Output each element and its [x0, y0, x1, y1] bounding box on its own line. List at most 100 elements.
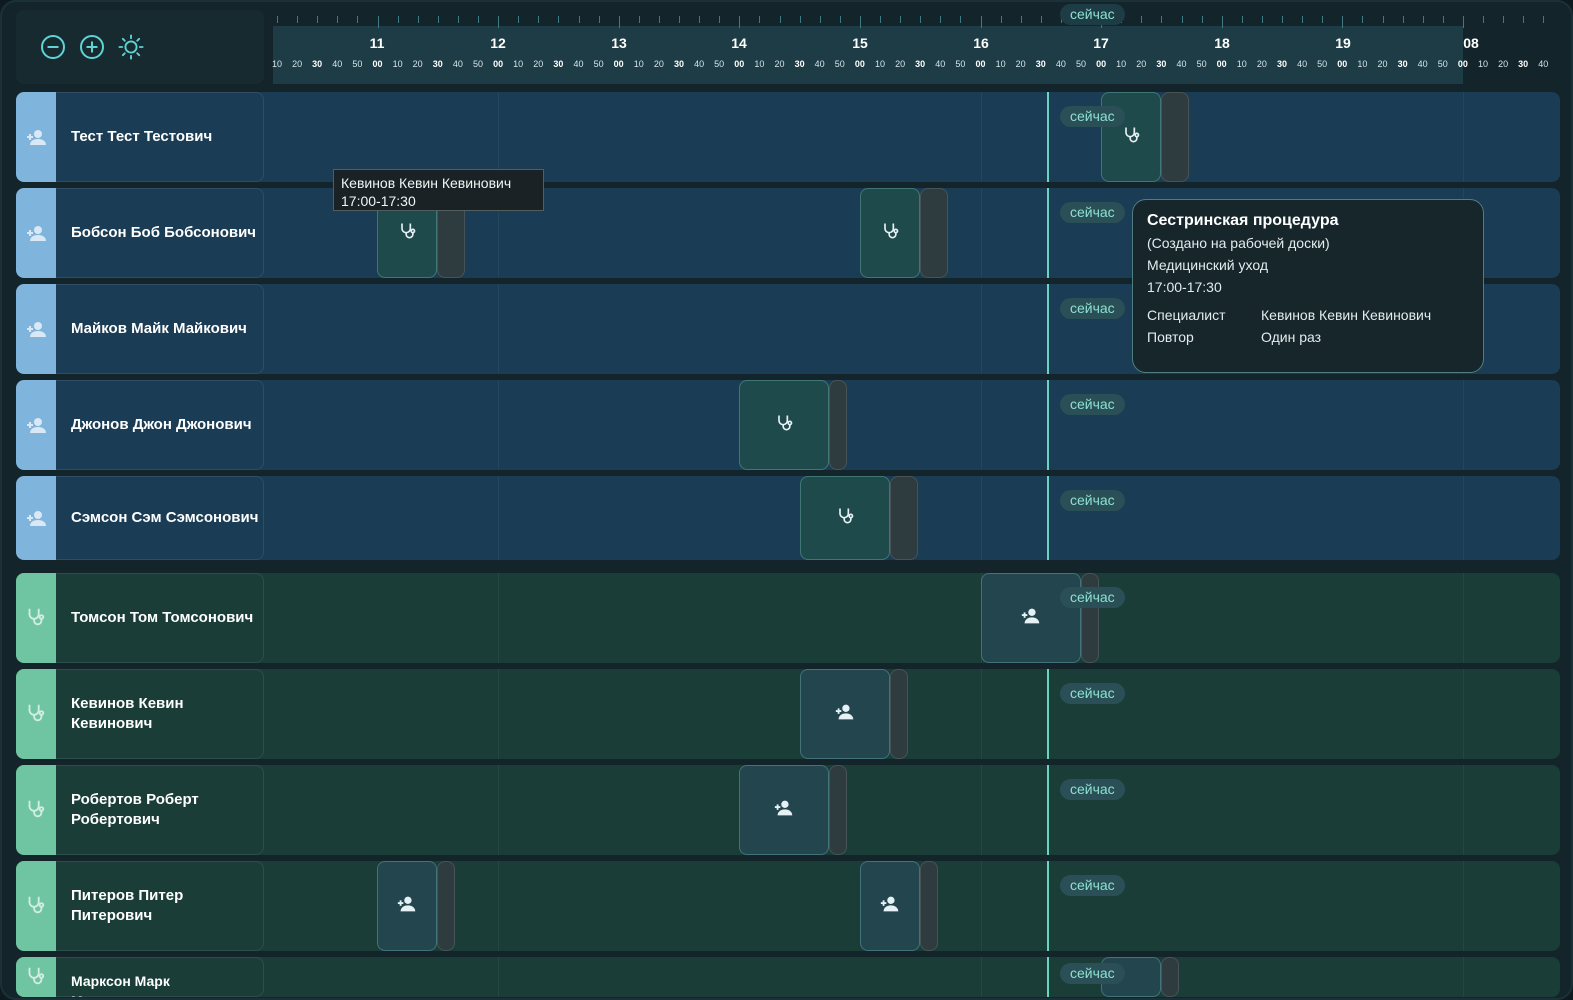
- ruler-tick: [1020, 16, 1022, 23]
- ruler-minute-label: 50: [834, 59, 845, 69]
- ruler-minute-label: 50: [1317, 59, 1328, 69]
- now-badge: сейчас: [1060, 490, 1125, 511]
- appointment-block[interactable]: [739, 380, 829, 470]
- ruler-tick: [819, 16, 821, 23]
- ruler-tick: [679, 16, 680, 23]
- hour-gridline: [981, 669, 982, 759]
- add-person-icon: [773, 797, 795, 824]
- specialist-icon: [24, 606, 48, 630]
- ruler-tick: [719, 16, 721, 23]
- hour-gridline: [498, 669, 499, 759]
- ruler-tick: [1261, 16, 1263, 23]
- appointment-buffer: [829, 765, 847, 855]
- detail-repeat-label: Повтор: [1147, 329, 1194, 345]
- tooltip-time: 17:00-17:30: [341, 193, 416, 209]
- appointment-block[interactable]: [860, 188, 920, 278]
- row-name: Бобсон Боб Бобсонович: [71, 224, 257, 241]
- ruler-minute-label: 20: [533, 59, 544, 69]
- ruler-minute-label: 50: [714, 59, 725, 69]
- stethoscope-icon: [880, 221, 900, 246]
- add-person-icon: [834, 701, 856, 728]
- ruler-tick: [1181, 16, 1183, 23]
- appointment-block[interactable]: [739, 765, 829, 855]
- hour-gridline: [981, 92, 982, 182]
- ruler-minute-label: 50: [1437, 59, 1448, 69]
- patient-icon: [24, 506, 48, 530]
- hour-gridline: [981, 188, 982, 278]
- ruler-tick: [960, 16, 962, 23]
- ruler-minute-label: 10: [392, 59, 403, 69]
- ruler-minute-label: 00: [1096, 59, 1107, 69]
- ruler-tick: [1462, 16, 1464, 28]
- schedule-board: 11 12 13 14 15 16 17 18 19 08 10 20 30 40 50 00 10 20 30 40…: [0, 0, 1573, 1000]
- ruler-minute-label: 00: [1337, 59, 1348, 69]
- ruler-minute-label: 20: [412, 59, 423, 69]
- ruler-minute-label: 00: [975, 59, 986, 69]
- ruler-minute-label: 10: [874, 59, 886, 69]
- hour-gridline: [1463, 765, 1464, 855]
- appointment-block[interactable]: [377, 861, 437, 951]
- ruler-tick: [779, 16, 781, 23]
- ruler-tick: [297, 16, 299, 23]
- ruler-tick: [1442, 16, 1444, 23]
- hour-gridline: [498, 573, 499, 663]
- patient-icon: [24, 125, 48, 149]
- patient-icon: [24, 221, 48, 245]
- detail-repeat-value: Один раз: [1261, 329, 1322, 345]
- zoom-out-icon[interactable]: [40, 34, 66, 60]
- now-badge: сейчас: [1060, 202, 1125, 223]
- ruler-minute-label: 50: [472, 59, 484, 69]
- appointment-buffer: [437, 861, 455, 951]
- zoom-in-icon[interactable]: [79, 34, 105, 60]
- now-badge: сейчас: [1060, 394, 1125, 415]
- ruler-hour-label: 14: [731, 35, 747, 51]
- schedule-row: Сэмсон Сэм Сэмсонович сейчас: [16, 476, 1560, 560]
- ruler-tick: [558, 16, 560, 23]
- ruler-minute-label: 20: [292, 59, 303, 69]
- ruler-tick: [397, 16, 399, 23]
- appointment-block[interactable]: [981, 573, 1081, 663]
- ruler-tick: [357, 16, 359, 23]
- ruler-hour-label: 13: [611, 35, 627, 51]
- ruler-minute-label: 40: [1176, 59, 1187, 69]
- schedule-row: Марксон Марк Марксонович сейчас: [16, 957, 1560, 997]
- ruler-minute-label: 10: [754, 59, 765, 69]
- ruler-tick: [437, 16, 439, 23]
- now-line: [1047, 380, 1049, 470]
- ruler-minute-label: 10: [995, 59, 1006, 69]
- ruler-minute-label: 00: [1457, 59, 1468, 69]
- ruler-hour-label: 19: [1335, 35, 1351, 51]
- sun-icon[interactable]: [118, 34, 144, 60]
- schedule-row: Томсон Том Томсонович сейчас: [16, 573, 1560, 663]
- ruler-minute-label: 00: [493, 59, 504, 69]
- appointment-block[interactable]: [800, 476, 890, 560]
- appointment-block[interactable]: [860, 861, 920, 951]
- specialist-icon: [24, 798, 48, 822]
- ruler-minute-label: 50: [593, 59, 604, 69]
- ruler-tick: [1503, 16, 1505, 23]
- time-ruler: 11 12 13 14 15 16 17 18 19 08 10 20 30 40 50 00 10 20 30 40…: [272, 4, 1571, 84]
- ruler-tick: [277, 16, 278, 23]
- schedule-row: Питеров Питер Питерович сейчас: [16, 861, 1560, 951]
- row-type-stripe: [16, 573, 56, 663]
- appointment-buffer: [890, 669, 908, 759]
- appointment-block[interactable]: [800, 669, 890, 759]
- ruler-tick: [538, 16, 540, 23]
- ruler-hour-label: 17: [1093, 35, 1109, 51]
- row-type-stripe: [16, 957, 56, 997]
- ruler-tick: [337, 16, 339, 23]
- ruler-minute-label: 20: [774, 59, 785, 69]
- ruler-minute-label: 30: [673, 59, 685, 69]
- ruler-hour-label: 11: [369, 35, 385, 51]
- row-type-stripe: [16, 380, 56, 470]
- ruler-minute-label: 10: [633, 59, 644, 69]
- ruler-tick: [699, 16, 701, 23]
- stethoscope-icon: [835, 506, 855, 531]
- ruler-tick: [578, 16, 580, 23]
- now-line: [1047, 476, 1049, 560]
- ruler-minute-label: 50: [955, 59, 966, 69]
- appointment-buffer: [890, 476, 918, 560]
- now-badge: сейчас: [1060, 779, 1125, 800]
- schedule-row: Джонов Джон Джонович сейчас: [16, 380, 1560, 470]
- hour-gridline: [1463, 380, 1464, 470]
